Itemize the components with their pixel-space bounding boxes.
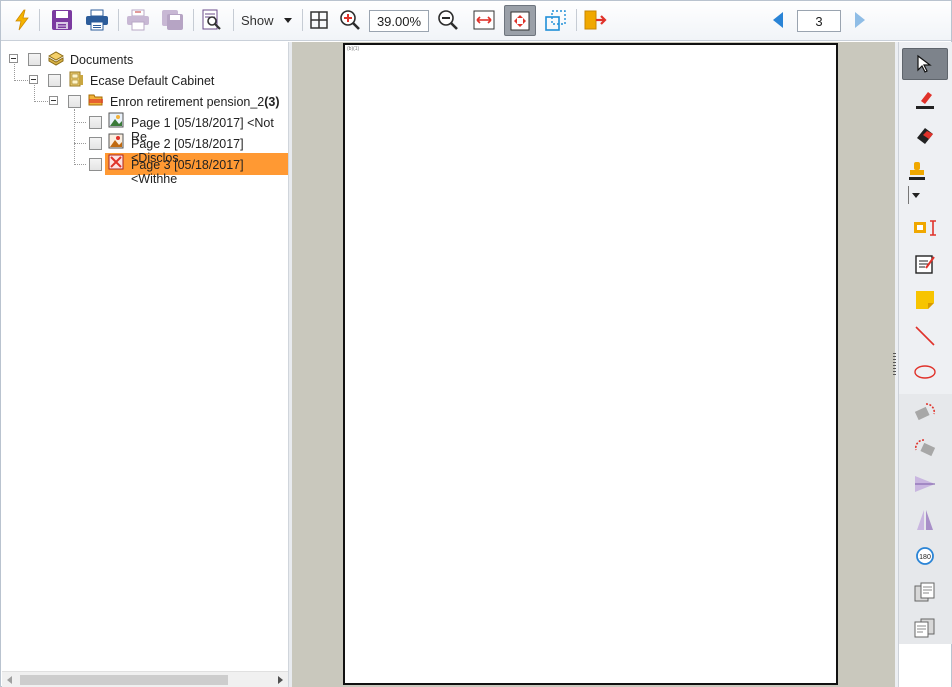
toolbar-separator	[302, 9, 303, 31]
folder-count: (3)	[264, 95, 280, 109]
tree-connector	[74, 109, 75, 163]
scroll-right-icon[interactable]	[278, 676, 283, 684]
horizontal-scrollbar[interactable]	[2, 671, 288, 687]
collapse-toggle[interactable]	[29, 75, 38, 84]
toolbar-separator	[193, 9, 194, 31]
tree-connector	[74, 122, 86, 123]
select-area-icon[interactable]	[543, 7, 569, 33]
tree-checkbox[interactable]	[89, 137, 102, 150]
toolbar-separator	[39, 9, 40, 31]
tree-checkbox[interactable]	[68, 95, 81, 108]
document-viewer[interactable]: (b)(1)	[292, 42, 895, 687]
tree-connector	[74, 143, 86, 144]
fit-width-icon[interactable]	[471, 7, 497, 33]
page-number-input[interactable]: 3	[797, 10, 841, 32]
main-toolbar: Show 39.00% 3	[1, 1, 951, 41]
page-copy-icon[interactable]	[902, 576, 948, 608]
prev-page-icon[interactable]	[765, 7, 791, 33]
show-dropdown-label: Show	[241, 12, 274, 28]
tree-cabinet-label[interactable]: Ecase Default Cabinet	[90, 74, 214, 88]
flip-vertical-icon[interactable]	[902, 504, 948, 536]
redact-print-icon[interactable]	[125, 7, 151, 33]
find-icon[interactable]	[199, 7, 225, 33]
zoom-level-input[interactable]: 39.00%	[369, 10, 429, 32]
tree-checkbox[interactable]	[89, 158, 102, 171]
documents-icon	[47, 50, 65, 66]
page-stamp-text: (b)(1)	[347, 46, 360, 52]
next-page-icon[interactable]	[847, 7, 873, 33]
toolbar-separator	[118, 9, 119, 31]
print-icon[interactable]	[84, 7, 110, 33]
document-page[interactable]: (b)(1)	[343, 43, 838, 685]
select-arrow-icon[interactable]	[902, 48, 948, 80]
collapse-toggle[interactable]	[49, 96, 58, 105]
tree-checkbox[interactable]	[48, 74, 61, 87]
grid-icon[interactable]	[306, 7, 332, 33]
text-insert-icon[interactable]	[902, 212, 948, 244]
tree-connector	[34, 101, 48, 102]
line-icon[interactable]	[902, 320, 948, 352]
tree-connector	[74, 164, 86, 165]
fit-page-icon[interactable]	[504, 5, 536, 36]
toolbar-separator	[233, 9, 234, 31]
tree-root-label[interactable]: Documents	[70, 53, 133, 67]
splitter-grip-icon[interactable]	[893, 353, 896, 375]
svg-text:180: 180	[919, 554, 931, 561]
app-window: Show 39.00% 3 Documents Ecase Default Ca…	[0, 0, 952, 687]
save-icon[interactable]	[49, 7, 75, 33]
collapse-toggle[interactable]	[9, 54, 18, 63]
image-page-icon	[108, 133, 124, 149]
zoom-in-icon[interactable]	[337, 7, 363, 33]
document-tree: Documents Ecase Default Cabinet Enron re…	[2, 42, 288, 687]
sticky-note-icon[interactable]	[902, 284, 948, 316]
toolbar-separator	[576, 9, 577, 31]
stamp-icon[interactable]	[902, 156, 932, 188]
withheld-page-icon	[108, 154, 124, 170]
chevron-down-icon	[283, 17, 292, 23]
note-edit-icon[interactable]	[902, 248, 948, 280]
tree-folder-label[interactable]: Enron retirement pension_2(3)	[110, 95, 280, 109]
cabinet-icon	[68, 71, 84, 87]
rotate-180-icon[interactable]: 180	[902, 540, 948, 572]
folder-name: Enron retirement pension_2	[110, 95, 265, 109]
exit-icon[interactable]	[582, 7, 608, 33]
ellipse-icon[interactable]	[902, 356, 948, 388]
tree-checkbox[interactable]	[28, 53, 41, 66]
folder-open-icon	[88, 92, 104, 108]
flip-horizontal-icon[interactable]	[902, 468, 948, 500]
tree-connector	[34, 85, 35, 102]
rotate-right-icon[interactable]	[902, 432, 948, 464]
tree-page-label[interactable]: Page 3 [05/18/2017] <Withhe	[131, 158, 288, 186]
annotation-palette: 180	[898, 42, 952, 687]
scroll-left-icon[interactable]	[7, 676, 12, 684]
highlighter-icon[interactable]	[902, 84, 948, 116]
zoom-out-icon[interactable]	[435, 7, 461, 33]
tree-connector	[14, 64, 15, 81]
save-copy-icon[interactable]	[160, 7, 186, 33]
scrollbar-thumb[interactable]	[20, 675, 228, 685]
eraser-icon[interactable]	[902, 120, 948, 152]
quick-action-icon[interactable]	[9, 7, 35, 33]
stamp-dropdown-icon[interactable]	[908, 186, 922, 204]
tree-checkbox[interactable]	[89, 116, 102, 129]
page-paste-icon[interactable]	[902, 612, 948, 644]
image-page-icon	[108, 112, 124, 128]
show-dropdown[interactable]: Show	[241, 9, 297, 31]
rotate-left-icon[interactable]	[902, 396, 948, 428]
tree-connector	[14, 80, 28, 81]
